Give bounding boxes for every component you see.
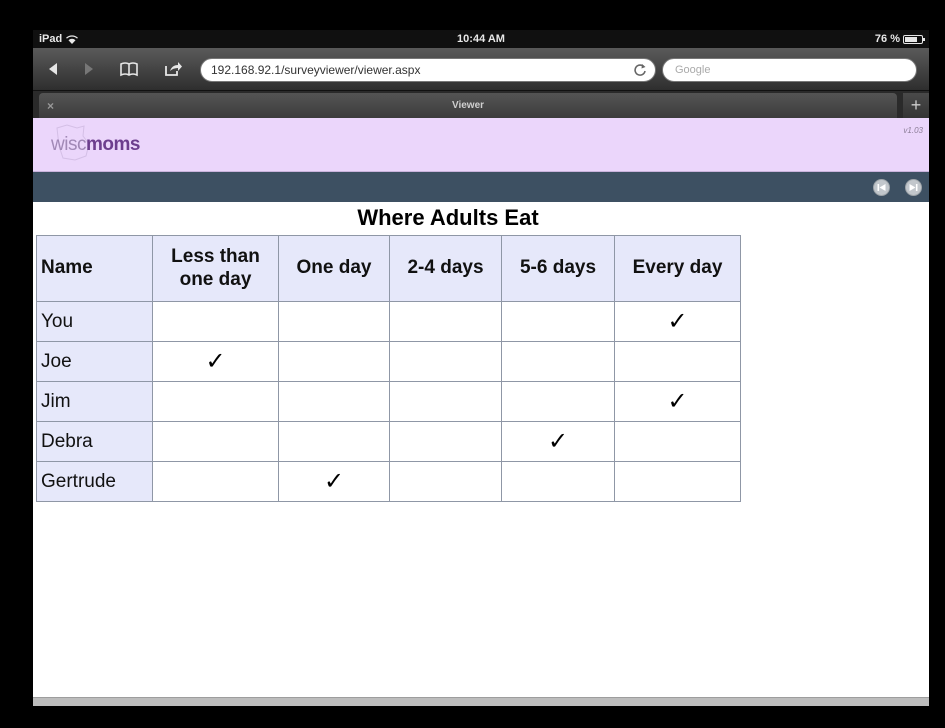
checkmark-icon: ✓ (323, 468, 345, 495)
last-page-button[interactable] (905, 179, 922, 196)
new-tab-button[interactable]: + (903, 93, 929, 119)
answer-cell[interactable]: ✓ (501, 421, 615, 462)
battery-icon (903, 34, 925, 44)
logo-text-light: wisc (51, 134, 86, 155)
respondent-name: Debra (36, 421, 153, 462)
table-row: Debra ✓ (36, 421, 741, 462)
address-bar[interactable]: 192.168.92.1/surveyviewer/viewer.aspx (200, 58, 656, 82)
respondent-name: You (36, 301, 153, 342)
reload-icon[interactable] (632, 62, 648, 78)
respondent-name: Jim (36, 381, 153, 422)
answer-cell[interactable] (152, 421, 279, 462)
tab-bar: × Viewer + (33, 90, 929, 119)
answer-cell[interactable] (389, 421, 502, 462)
answer-cell[interactable] (501, 341, 615, 382)
table-row: You ✓ (36, 301, 741, 342)
column-header: Name (36, 235, 153, 302)
browser-toolbar: 192.168.92.1/surveyviewer/viewer.aspx Go… (33, 48, 929, 90)
ipad-screen: iPad 10:44 AM 76 % 192.168.92.1/surveyvi… (33, 30, 929, 706)
battery-percent: 76 % (874, 33, 900, 45)
table-header-row: Name Less than one day One day 2-4 days … (36, 235, 741, 302)
answer-cell[interactable] (278, 301, 390, 342)
table-row: Gertrude ✓ (36, 461, 741, 502)
answer-cell[interactable] (614, 461, 741, 502)
answer-cell[interactable] (501, 301, 615, 342)
answer-cell[interactable] (389, 381, 502, 422)
column-header: Every day (614, 235, 741, 302)
tab-viewer[interactable]: × Viewer (39, 93, 897, 119)
checkmark-icon: ✓ (667, 388, 688, 415)
answer-cell[interactable] (278, 381, 390, 422)
answer-cell[interactable] (501, 461, 615, 502)
tab-close-icon[interactable]: × (47, 93, 54, 119)
respondent-name: Joe (36, 341, 153, 382)
tab-title: Viewer (451, 100, 485, 111)
answer-cell[interactable] (389, 461, 502, 502)
column-header: 2-4 days (389, 235, 502, 302)
answer-cell[interactable] (614, 421, 741, 462)
answer-cell[interactable] (389, 301, 502, 342)
logo-text-bold: moms (85, 134, 140, 155)
answer-cell[interactable]: ✓ (152, 341, 279, 382)
answer-cell[interactable] (389, 341, 502, 382)
back-button[interactable] (43, 60, 63, 78)
checkmark-icon: ✓ (667, 308, 688, 335)
bookmarks-button[interactable] (119, 60, 139, 78)
version-label: v1.03 (903, 126, 923, 135)
answer-cell[interactable]: ✓ (614, 301, 741, 342)
answer-cell[interactable] (278, 421, 390, 462)
answer-cell[interactable] (152, 461, 279, 502)
checkmark-icon: ✓ (205, 348, 226, 375)
answer-cell[interactable] (614, 341, 741, 382)
forward-arrow-icon (85, 63, 93, 75)
back-arrow-icon (49, 63, 57, 75)
answer-cell[interactable] (278, 341, 390, 382)
answer-cell[interactable] (152, 301, 279, 342)
answer-cell[interactable] (152, 381, 279, 422)
status-bar: iPad 10:44 AM 76 % (33, 30, 929, 48)
skip-forward-icon (909, 184, 918, 191)
survey-nav-strip (33, 172, 929, 202)
search-input[interactable]: Google (662, 58, 917, 82)
survey-grid: Name Less than one day One day 2-4 days … (36, 235, 741, 502)
answer-cell[interactable]: ✓ (278, 461, 390, 502)
column-header: One day (278, 235, 390, 302)
page-title: Where Adults Eat (357, 205, 539, 230)
column-header: Less than one day (152, 235, 279, 302)
first-page-button[interactable] (873, 179, 890, 196)
answer-cell[interactable]: ✓ (614, 381, 741, 422)
table-row: Jim ✓ (36, 381, 741, 422)
share-icon (165, 62, 182, 76)
status-time: 10:44 AM (457, 33, 505, 45)
column-header: 5-6 days (501, 235, 615, 302)
skip-back-icon (877, 184, 886, 191)
site-banner: wiscmoms v1.03 (33, 118, 929, 172)
forward-button[interactable] (79, 60, 99, 78)
respondent-name: Gertrude (36, 461, 153, 502)
table-row: Joe ✓ (36, 341, 741, 382)
checkmark-icon: ✓ (547, 428, 569, 455)
bottom-bar (33, 697, 929, 706)
share-button[interactable] (163, 60, 183, 78)
answer-cell[interactable] (501, 381, 615, 422)
bookmarks-book-icon (120, 62, 138, 77)
wiscmoms-logo: wiscmoms (51, 134, 140, 156)
